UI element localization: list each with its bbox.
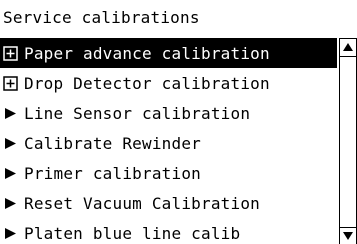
triangle-up-icon	[343, 43, 353, 51]
menu-item-label: Drop Detector calibration	[24, 73, 270, 93]
scroll-down-button[interactable]	[339, 227, 357, 244]
page-title: Service calibrations	[3, 8, 200, 27]
calibration-menu: Paper advance calibration Drop Detector …	[0, 38, 337, 244]
menu-item-primer-calibration[interactable]: Primer calibration	[0, 158, 337, 188]
service-calibrations-screen: Service calibrations Paper advance calib…	[0, 0, 357, 244]
expand-plus-icon	[3, 75, 18, 91]
menu-item-label: Line Sensor calibration	[24, 103, 251, 123]
triangle-down-icon	[343, 232, 353, 240]
vertical-scrollbar[interactable]	[339, 38, 357, 244]
menu-item-drop-detector-calibration[interactable]: Drop Detector calibration	[0, 68, 337, 98]
menu-item-label: Reset Vacuum Calibration	[24, 193, 260, 213]
menu-item-label: Platen blue line calib	[24, 223, 241, 243]
triangle-right-icon	[3, 196, 18, 211]
expand-plus-icon	[3, 45, 18, 61]
menu-item-platen-blue-line-calib[interactable]: Platen blue line calib	[0, 218, 337, 244]
menu-item-reset-vacuum-calibration[interactable]: Reset Vacuum Calibration	[0, 188, 337, 218]
scrollbar-track[interactable]	[339, 38, 357, 244]
triangle-right-icon	[3, 136, 18, 151]
menu-item-label: Paper advance calibration	[24, 43, 270, 63]
menu-item-calibrate-rewinder[interactable]: Calibrate Rewinder	[0, 128, 337, 158]
menu-item-line-sensor-calibration[interactable]: Line Sensor calibration	[0, 98, 337, 128]
triangle-right-icon	[3, 166, 18, 181]
menu-item-label: Primer calibration	[24, 163, 201, 183]
triangle-right-icon	[3, 106, 18, 121]
menu-item-label: Calibrate Rewinder	[24, 133, 201, 153]
menu-item-paper-advance-calibration[interactable]: Paper advance calibration	[0, 38, 337, 68]
scroll-up-button[interactable]	[339, 38, 357, 57]
triangle-right-icon	[3, 226, 18, 241]
